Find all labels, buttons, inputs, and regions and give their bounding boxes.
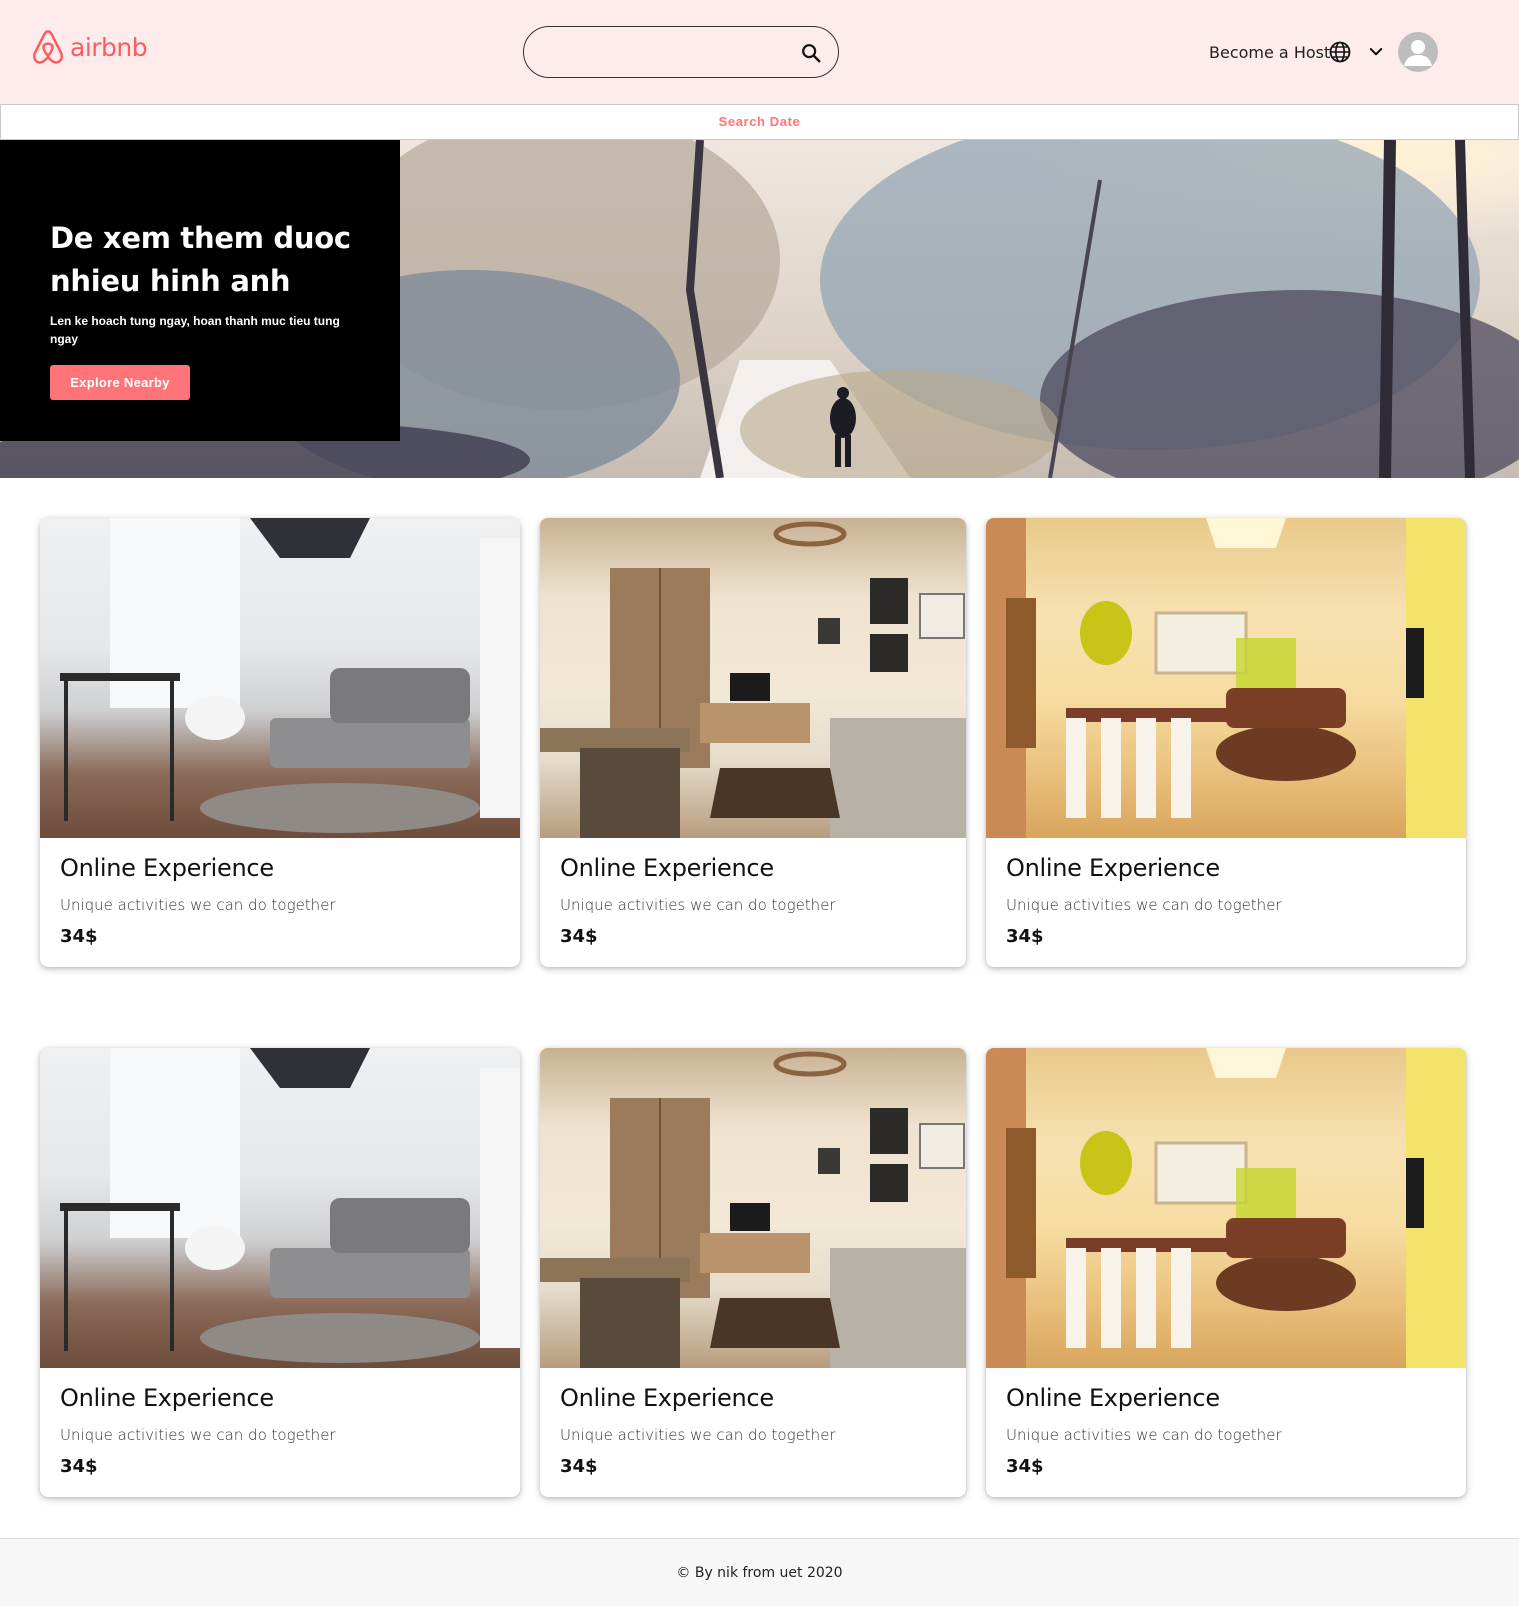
card-title: Online Experience (60, 1384, 274, 1412)
card-description: Unique activities we can do together (1006, 1426, 1282, 1444)
dining-room-image (986, 518, 1466, 838)
card-image[interactable] (540, 518, 966, 838)
explore-nearby-button[interactable]: Explore Nearby (50, 365, 190, 400)
card-title: Online Experience (1006, 1384, 1220, 1412)
user-avatar-icon (1404, 40, 1432, 66)
living-room-image (60, 1048, 520, 1363)
footer-text: © By nik from uet 2020 (676, 1565, 843, 1581)
brand-name: airbnb (70, 32, 148, 62)
card-image[interactable] (40, 1048, 520, 1368)
dining-room-image (986, 1048, 1466, 1368)
hero-banner: De xem them duoc nhieu hinh anh Len ke h… (0, 140, 1519, 478)
experience-card[interactable]: Online Experience Unique activities we c… (40, 1048, 520, 1497)
become-host-link[interactable]: Become a Host (1209, 43, 1330, 62)
living-room-image (60, 518, 520, 833)
card-title: Online Experience (60, 854, 274, 882)
card-image[interactable] (540, 1048, 966, 1368)
card-description: Unique activities we can do together (560, 896, 836, 914)
header: airbnb Become a Host (0, 0, 1519, 104)
experience-card[interactable]: Online Experience Unique activities we c… (986, 1048, 1466, 1497)
search-bar[interactable] (523, 26, 839, 78)
airbnb-logo[interactable]: airbnb (30, 28, 148, 66)
hero-text-panel: De xem them duoc nhieu hinh anh Len ke h… (0, 140, 400, 441)
card-price: 34$ (60, 1456, 98, 1477)
card-image[interactable] (986, 518, 1466, 838)
card-title: Online Experience (1006, 854, 1220, 882)
search-date-label: Search Date (718, 114, 801, 129)
experience-card[interactable]: Online Experience Unique activities we c… (540, 1048, 966, 1497)
card-price: 34$ (560, 926, 598, 947)
card-price: 34$ (60, 926, 98, 947)
card-description: Unique activities we can do together (560, 1426, 836, 1444)
apartment-room-image (540, 1051, 966, 1368)
user-avatar[interactable] (1398, 32, 1438, 72)
card-price: 34$ (1006, 1456, 1044, 1477)
chevron-down-icon[interactable] (1367, 43, 1385, 61)
hero-title: De xem them duoc nhieu hinh anh (50, 221, 351, 298)
card-title: Online Experience (560, 1384, 774, 1412)
experience-card[interactable]: Online Experience Unique activities we c… (540, 518, 966, 967)
card-description: Unique activities we can do together (1006, 896, 1282, 914)
globe-icon[interactable] (1328, 40, 1352, 64)
card-price: 34$ (560, 1456, 598, 1477)
search-input[interactable] (542, 39, 782, 67)
card-description: Unique activities we can do together (60, 1426, 336, 1444)
experience-card[interactable]: Online Experience Unique activities we c… (986, 518, 1466, 967)
card-image[interactable] (40, 518, 520, 838)
card-description: Unique activities we can do together (60, 896, 336, 914)
experience-card[interactable]: Online Experience Unique activities we c… (40, 518, 520, 967)
footer: © By nik from uet 2020 (0, 1538, 1519, 1606)
hero-subtitle: Len ke hoach tung ngay, hoan thanh muc t… (50, 314, 340, 346)
search-icon[interactable] (800, 42, 822, 64)
card-image[interactable] (986, 1048, 1466, 1368)
airbnb-logo-icon (33, 30, 63, 64)
apartment-room-image (540, 521, 966, 838)
card-price: 34$ (1006, 926, 1044, 947)
card-title: Online Experience (560, 854, 774, 882)
search-date-bar[interactable]: Search Date (0, 104, 1519, 140)
